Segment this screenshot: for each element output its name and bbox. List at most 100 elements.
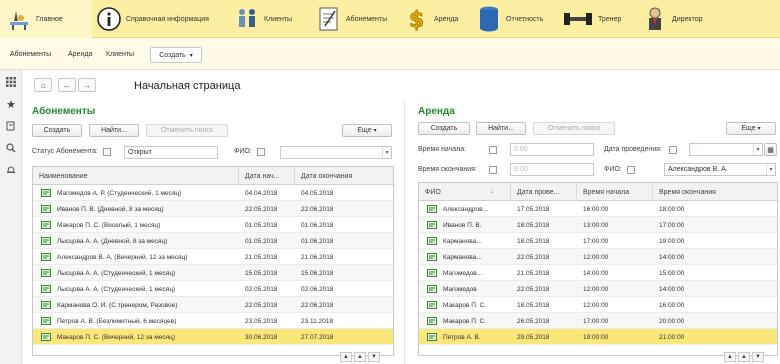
column-header-time-end[interactable]: Время окончания — [653, 183, 777, 201]
column-header-date[interactable]: Дата прове... — [511, 183, 577, 201]
search-icon[interactable] — [5, 142, 17, 154]
table-cell: 17.05.2018 — [517, 205, 550, 213]
calendar-button[interactable]: ▦ — [764, 143, 777, 156]
scroll-top-icon[interactable]: ▲ — [340, 352, 352, 362]
record-icon — [427, 269, 437, 277]
table-row[interactable]: Макаров П. С. (Вечерний, 12 за месяц) 30.… — [33, 329, 393, 345]
create-dropdown-button[interactable]: Создать ▾ — [150, 47, 202, 63]
scroll-up-icon[interactable]: ▲ — [738, 352, 750, 362]
database-icon — [476, 6, 502, 32]
scroll-up-icon[interactable]: ▲ — [354, 352, 366, 362]
sublink-subscriptions[interactable]: Абонементы — [10, 51, 51, 58]
nav-subscriptions[interactable]: Абонементы — [316, 0, 387, 38]
scroll-down-icon[interactable]: ▼ — [752, 352, 764, 362]
scroll-down-icon[interactable]: ▼ — [368, 352, 380, 362]
nav-reports[interactable]: Отчетность — [476, 0, 543, 38]
column-header-fio[interactable]: ФИО ↓ — [419, 183, 511, 201]
forward-button[interactable]: → — [78, 78, 96, 92]
create-dropdown-label: Создать — [159, 51, 186, 59]
table-row[interactable]: Макаров П. С. (Веселый, 1 месяц) 01.05.20… — [33, 217, 393, 233]
table-cell: 14:00:00 — [659, 253, 685, 261]
favorites-star-icon[interactable]: ★ — [5, 98, 17, 111]
scroll-top-icon[interactable]: ▲ — [724, 352, 736, 362]
nav-trainer[interactable]: Тренер — [562, 0, 621, 38]
time-end-checkbox[interactable] — [489, 166, 497, 174]
table-row[interactable]: Магомедов... 21.05.2018 14:00:00 15:00:00 — [419, 265, 777, 281]
fio-field[interactable]: ▾ — [280, 146, 392, 159]
column-header-end[interactable]: Дата окончания — [295, 167, 393, 185]
time-end-field[interactable]: 0:00 — [510, 163, 594, 176]
rent-find-button[interactable]: Найти... — [476, 122, 526, 135]
status-field[interactable]: Открыт — [124, 146, 218, 159]
subscriptions-create-button[interactable]: Создать — [32, 124, 82, 137]
rent-title: Аренда — [418, 106, 455, 117]
table-row[interactable]: Магомедов 22.05.2018 12:00:00 14:00:00 — [419, 281, 777, 297]
nav-reference[interactable]: Справочная информация — [96, 0, 209, 38]
nav-main[interactable]: Главное — [0, 0, 92, 38]
time-start-field[interactable]: 0:00 — [510, 143, 594, 156]
svg-text:$: $ — [409, 8, 424, 32]
table-row[interactable]: Лысцова А. А. (Студенческий, 1 месяц) 02.… — [33, 281, 393, 297]
fio-filter-checkbox[interactable] — [257, 148, 265, 156]
sublink-clients[interactable]: Клиенты — [106, 51, 134, 58]
record-icon — [427, 317, 437, 325]
chevron-down-icon[interactable]: ▾ — [766, 164, 775, 175]
apps-grid-icon[interactable] — [5, 76, 17, 88]
table-cell: 15:00:00 — [659, 269, 685, 277]
sublink-rent[interactable]: Аренда — [68, 51, 92, 58]
table-cell: Лысцова А. А. (Дневной, 8 за месяц) — [57, 237, 168, 245]
table-row[interactable]: Карманова... 18.05.2018 17:00:00 19:00:00 — [419, 233, 777, 249]
table-cell: 16:00:00 — [583, 205, 609, 213]
rent-create-button[interactable]: Создать — [418, 122, 470, 135]
table-row[interactable]: Иванов П. В. 18.05.2018 13:00:00 17:00:00 — [419, 217, 777, 233]
subscriptions-find-button[interactable]: Найти... — [89, 124, 139, 137]
table-row[interactable]: Иванов П. В. (Дневной, 8 за месяц) 22.05.… — [33, 201, 393, 217]
table-row[interactable]: Петров А. В. 29.05.2018 19:00:00 21:00:00 — [419, 329, 777, 345]
date-checkbox[interactable] — [669, 146, 677, 154]
nav-clients-label: Клиенты — [264, 15, 293, 23]
record-icon — [41, 333, 51, 341]
rent-fio-field[interactable]: Александров В. А. ▾ — [664, 163, 776, 176]
arrow-right-icon: → — [83, 80, 91, 90]
home-button[interactable]: ⌂ — [34, 78, 52, 92]
nav-director[interactable]: Директор — [642, 0, 703, 38]
rent-fio-checkbox[interactable] — [627, 166, 635, 174]
table-row[interactable]: Александров... 17.05.2018 16:00:00 18:00:00 — [419, 201, 777, 217]
column-header-time-start[interactable]: Время начала — [577, 183, 653, 201]
date-field[interactable]: . . ▾ — [689, 143, 763, 156]
table-cell: 22.05.2018 — [245, 205, 278, 213]
chevron-down-icon[interactable]: ▾ — [753, 144, 762, 155]
rent-cancel-search-button[interactable]: Отменить поиск — [533, 122, 615, 135]
history-icon[interactable] — [5, 120, 17, 132]
record-icon — [427, 237, 437, 245]
nav-rent-label: Аренда — [434, 15, 459, 23]
table-row[interactable]: Магомедов А. Р. (Студенческий, 1 месяц) 0… — [33, 185, 393, 201]
record-icon — [41, 269, 51, 277]
table-cell: 15.05.2018 — [245, 269, 278, 277]
table-row[interactable]: Карманова... 22.05.2018 12:00:00 14:00:00 — [419, 249, 777, 265]
table-row[interactable]: Петров А. В. (Безлимитный, 6 месяцев) 23.… — [33, 313, 393, 329]
rent-more-button[interactable]: Еще ▾ — [726, 122, 776, 135]
time-start-checkbox[interactable] — [489, 146, 497, 154]
table-row[interactable]: Карманова О. И. (С тренером, Разовое) 22.… — [33, 297, 393, 313]
back-button[interactable]: ← — [58, 78, 76, 92]
subscriptions-cancel-search-button[interactable]: Отменить поиск — [146, 124, 228, 137]
notifications-bell-icon[interactable] — [5, 164, 17, 176]
record-icon — [41, 237, 51, 245]
table-row[interactable]: Лысцова А. А. (Дневной, 8 за месяц) 01.05… — [33, 233, 393, 249]
column-header-name[interactable]: Наименование — [33, 167, 239, 185]
table-row[interactable]: Лысцова А. А. (Студенческий, 1 месяц) 15.… — [33, 265, 393, 281]
table-row[interactable]: Александров В. А. (Вечерний, 12 за месяц… — [33, 249, 393, 265]
table-cell: Карманова... — [443, 237, 482, 245]
chevron-down-icon: ▾ — [373, 128, 377, 134]
table-row[interactable]: Макаров П. С. 18.05.2018 12:00:00 16:00:00 — [419, 297, 777, 313]
rent-fio-label: ФИО: — [604, 166, 622, 173]
nav-rent[interactable]: $ Аренда — [404, 0, 459, 38]
chevron-down-icon[interactable]: ▾ — [382, 147, 391, 158]
table-row[interactable]: Макаров П. С. 26.05.2018 17:00:00 20:00:00 — [419, 313, 777, 329]
status-filter-checkbox[interactable] — [103, 148, 111, 156]
subscriptions-more-button[interactable]: Еще ▾ — [342, 124, 392, 137]
column-header-start[interactable]: Дата нач... — [239, 167, 295, 185]
subscriptions-pager: ▲ ▲ ▼ — [340, 352, 380, 362]
nav-clients[interactable]: Клиенты — [234, 0, 292, 38]
